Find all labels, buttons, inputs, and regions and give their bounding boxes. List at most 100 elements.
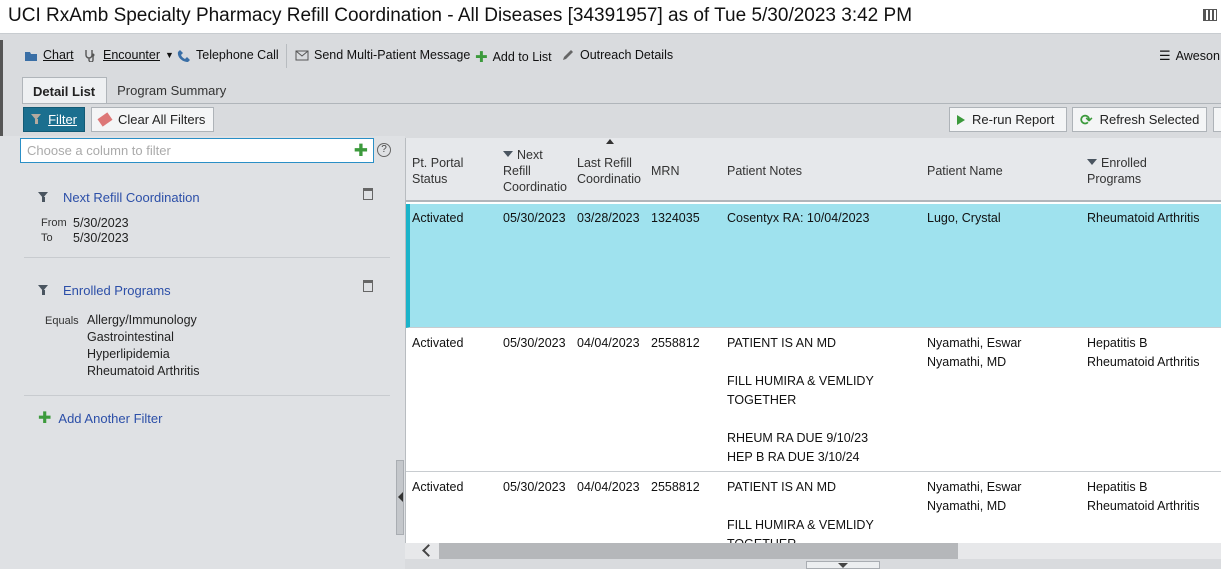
- cell-mrn: 2558812: [651, 480, 700, 494]
- clapperboard-icon[interactable]: [1203, 9, 1217, 21]
- filter-group-header[interactable]: Enrolled Programs: [38, 283, 171, 298]
- tab-divider: [22, 103, 1221, 104]
- filter-group-enrolled-programs: Enrolled Programs Equals Allergy/Immunol…: [24, 258, 390, 396]
- column-header-enrolled-programs[interactable]: Enrolled Programs: [1087, 155, 1147, 187]
- equals-label: Equals: [45, 315, 79, 327]
- enrolled-value: Gastrointestinal: [87, 330, 174, 344]
- cell-next-refill: 05/30/2023: [503, 211, 566, 225]
- cell-patient-notes: TOGETHER: [727, 535, 796, 543]
- header-line: Pt. Portal: [412, 156, 464, 170]
- phone-icon: [177, 49, 191, 62]
- column-header-patient-notes[interactable]: Patient Notes: [727, 163, 802, 179]
- cell-patient-notes: FILL HUMIRA & VEMLIDY: [727, 518, 874, 532]
- header-line: Coordinatio: [577, 172, 641, 186]
- enrolled-value: Allergy/Immunology: [87, 313, 197, 327]
- table-row[interactable]: Activated 05/30/2023 04/04/2023 2558812 …: [406, 472, 1221, 543]
- encounter-button[interactable]: Encounter ▼: [84, 48, 174, 63]
- send-message-label: Send Multi-Patient Message: [314, 48, 471, 62]
- telephone-call-button[interactable]: Telephone Call: [177, 48, 279, 62]
- column-header-last-refill[interactable]: Last Refill Coordinatio: [577, 155, 641, 187]
- grid-header: Pt. Portal Status Next Refill Coordinati…: [406, 138, 1221, 202]
- clear-all-filters-button[interactable]: Clear All Filters: [91, 107, 214, 132]
- cell-enrolled-programs: Rheumatoid Arthritis: [1087, 211, 1200, 225]
- tab-program-summary[interactable]: Program Summary: [107, 77, 237, 104]
- chart-button[interactable]: Chart: [24, 48, 74, 62]
- help-icon[interactable]: ?: [377, 143, 391, 157]
- outreach-label: Outreach Details: [580, 48, 674, 62]
- filter-group-next-refill: Next Refill Coordination From 5/30/2023 …: [24, 176, 390, 258]
- table-row[interactable]: Activated 05/30/2023 04/04/2023 2558812 …: [406, 328, 1221, 472]
- add-another-filter-link[interactable]: ✚ Add Another Filter: [38, 408, 162, 428]
- column-header-patient-name[interactable]: Patient Name: [927, 163, 1003, 179]
- trash-icon[interactable]: [363, 188, 373, 200]
- header-line: Enrolled: [1101, 156, 1147, 170]
- expand-bottom-tab[interactable]: [806, 561, 880, 569]
- report-grid: Pt. Portal Status Next Refill Coordinati…: [405, 138, 1221, 543]
- filter-group-header[interactable]: Next Refill Coordination: [38, 190, 200, 205]
- cell-patient-notes: Cosentyx RA: 10/04/2023: [727, 211, 870, 225]
- chevron-down-icon: [838, 563, 848, 568]
- cell-next-refill: 05/30/2023: [503, 480, 566, 494]
- column-filter-placeholder: Choose a column to filter: [27, 143, 171, 158]
- rerun-report-button[interactable]: Re-run Report: [949, 107, 1067, 132]
- horizontal-scrollbar[interactable]: [405, 543, 1221, 559]
- cell-patient-notes: TOGETHER: [727, 393, 797, 407]
- send-multi-patient-message-button[interactable]: Send Multi-Patient Message: [295, 48, 470, 62]
- pencil-icon: [561, 49, 575, 62]
- cell-patient-name: Nyamathi, Eswar: [927, 336, 1022, 350]
- list-icon: ☰: [1159, 48, 1171, 63]
- sort-ascending-icon: [606, 139, 614, 144]
- folder-icon: [24, 49, 38, 62]
- title-bar: UCI RxAmb Specialty Pharmacy Refill Coor…: [0, 0, 1221, 34]
- cell-portal-status: Activated: [412, 336, 464, 350]
- refresh-selected-button[interactable]: ⟳ Refresh Selected: [1072, 107, 1207, 132]
- cell-patient-name: Lugo, Crystal: [927, 211, 1001, 225]
- filter-icon: [503, 151, 514, 160]
- rerun-label: Re-run Report: [972, 112, 1055, 127]
- stethoscope-icon: [84, 49, 98, 63]
- pane-splitter[interactable]: [396, 460, 404, 535]
- cell-patient-notes: HEP B RA DUE 3/10/24: [727, 450, 860, 464]
- trash-icon[interactable]: [363, 280, 373, 292]
- plus-icon: ✚: [38, 410, 52, 427]
- column-header-next-refill[interactable]: Next Refill Coordinatio: [503, 147, 567, 195]
- telephone-label: Telephone Call: [196, 48, 279, 62]
- message-icon: [295, 49, 309, 62]
- header-line: Programs: [1087, 172, 1142, 186]
- toolbar-divider: [286, 44, 287, 68]
- awesome-menu-button[interactable]: ☰ Aweson: [1159, 48, 1220, 64]
- column-header-portal-status[interactable]: Pt. Portal Status: [412, 155, 463, 187]
- add-filter-plus-icon[interactable]: ✚: [354, 141, 368, 161]
- filter-title-enrolled[interactable]: Enrolled Programs: [63, 283, 171, 298]
- add-another-filter-label: Add Another Filter: [58, 410, 163, 426]
- cell-mrn: 1324035: [651, 211, 700, 225]
- cell-portal-status: Activated: [412, 480, 464, 494]
- encounter-label: Encounter: [103, 48, 160, 62]
- scroll-left-icon[interactable]: [422, 544, 435, 557]
- cell-mrn: 2558812: [651, 336, 700, 350]
- from-value: 5/30/2023: [73, 216, 129, 230]
- chart-label: Chart: [43, 48, 74, 62]
- to-value: 5/30/2023: [73, 231, 129, 245]
- awesome-label: Aweson: [1175, 49, 1220, 63]
- more-button[interactable]: [1213, 107, 1221, 132]
- toolbar: Chart Encounter ▼ Telephone Call Send Mu…: [0, 40, 1221, 72]
- add-to-list-button[interactable]: ✚ Add to List: [475, 48, 552, 66]
- cell-last-refill: 04/04/2023: [577, 480, 640, 494]
- tab-detail-list[interactable]: Detail List: [22, 77, 108, 104]
- filter-icon: [38, 285, 49, 296]
- outreach-details-button[interactable]: Outreach Details: [561, 48, 673, 62]
- filter-button[interactable]: Filter: [23, 107, 85, 132]
- play-icon: [957, 114, 965, 125]
- filter-title-next-refill[interactable]: Next Refill Coordination: [63, 190, 200, 205]
- column-filter-input[interactable]: Choose a column to filter ✚: [20, 138, 374, 163]
- table-row[interactable]: Activated 05/30/2023 03/28/2023 1324035 …: [406, 204, 1221, 328]
- collapse-arrow-icon: [398, 492, 403, 502]
- header-line: Status: [412, 172, 448, 186]
- filter-icon: [31, 114, 42, 125]
- column-header-mrn[interactable]: MRN: [651, 163, 679, 179]
- filter-icon: [38, 192, 49, 203]
- scrollbar-thumb[interactable]: [439, 543, 958, 559]
- cell-enrolled-programs: Rheumatoid Arthritis: [1087, 355, 1200, 369]
- filter-icon: [1087, 159, 1098, 168]
